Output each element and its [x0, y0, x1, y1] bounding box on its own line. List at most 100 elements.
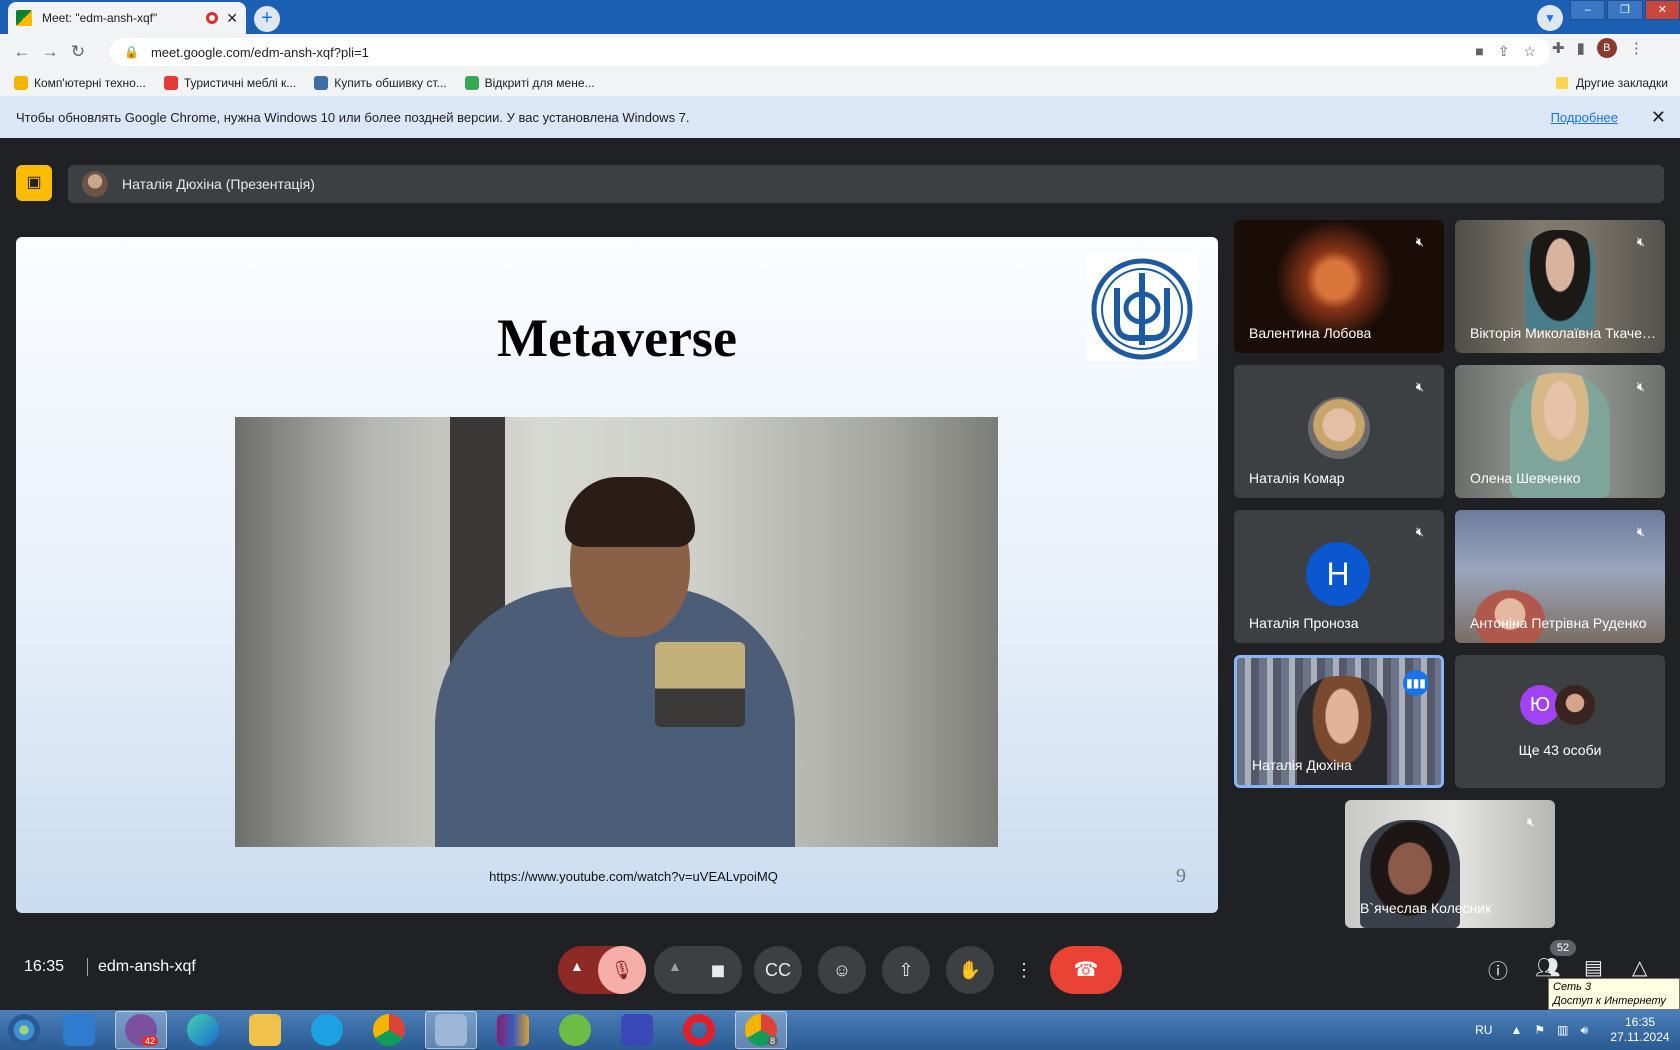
extensions-icon[interactable]: ✚: [1552, 39, 1565, 57]
lock-icon[interactable]: 🔒: [124, 45, 139, 59]
participant-video: [1525, 230, 1595, 330]
meet-favicon-icon: [16, 10, 32, 26]
action-center-icon[interactable]: ⚑: [1534, 1023, 1545, 1037]
meeting-code[interactable]: edm-ansh-xqf: [87, 958, 196, 976]
menu-icon[interactable]: ⋮: [1629, 39, 1644, 57]
participant-tile[interactable]: 🔇︎ Вікторія Миколаївна Ткаченко: [1455, 220, 1665, 353]
share-icon[interactable]: ⇪: [1498, 43, 1510, 60]
people-icon[interactable]: 👥︎: [1535, 955, 1560, 980]
slide-video[interactable]: [235, 417, 998, 847]
windows-logo-icon: [8, 1014, 40, 1046]
taskbar-app[interactable]: [425, 1011, 477, 1049]
participant-tile[interactable]: 🔇︎ Антоніна Петрівна Руденко: [1455, 510, 1665, 643]
leave-call-button[interactable]: ☎: [1050, 946, 1122, 994]
stop-presenting-icon[interactable]: ▣: [16, 165, 52, 201]
taskbar-chrome[interactable]: [363, 1011, 415, 1049]
address-bar[interactable]: 🔒 meet.google.com/edm-ansh-xqf?pli=1 ■ ⇪…: [110, 38, 1550, 66]
url-text[interactable]: meet.google.com/edm-ansh-xqf?pli=1: [151, 45, 369, 60]
toolbar-actions: ✚ ▮ B ⋮: [1552, 38, 1644, 58]
participant-tile[interactable]: 🔇︎ Олена Шевченко: [1455, 365, 1665, 498]
window-close-icon[interactable]: ✕: [1644, 0, 1680, 20]
taskbar-time: 16:35: [1624, 1015, 1656, 1029]
mic-off-icon: 🔇︎: [1415, 379, 1425, 394]
taskbar-winrar[interactable]: [487, 1011, 539, 1049]
tab-close-icon[interactable]: ✕: [226, 10, 238, 27]
forward-icon[interactable]: →: [36, 42, 64, 62]
captions-button[interactable]: CC: [754, 946, 802, 994]
floppy-icon: [621, 1014, 653, 1046]
start-button[interactable]: [0, 1010, 48, 1050]
tab-search-icon[interactable]: ▼: [1537, 5, 1563, 31]
camera-icon[interactable]: ■: [1475, 43, 1483, 60]
bookmark-item[interactable]: Комп'ютерні техно...: [14, 76, 146, 90]
bookmark-label: Купить обшивку ст...: [334, 76, 447, 90]
activities-icon[interactable]: △: [1632, 955, 1647, 980]
taskbar-clock[interactable]: 16:35 27.11.2024: [1600, 1015, 1680, 1045]
participant-name: Вікторія Миколаївна Ткаченко: [1470, 325, 1660, 341]
camera-button[interactable]: ◼: [694, 946, 742, 994]
folder-icon: [249, 1014, 281, 1046]
presenter-avatar: [82, 171, 108, 197]
taskbar-opera[interactable]: [673, 1011, 725, 1049]
folder-icon: [1556, 77, 1569, 89]
taskbar-edge[interactable]: [177, 1011, 229, 1049]
bookmark-favicon-icon: [14, 76, 28, 90]
chat-icon[interactable]: ▤: [1584, 955, 1603, 980]
mic-off-button[interactable]: 🎙︎: [598, 946, 646, 994]
bookmark-item[interactable]: Купить обшивку ст...: [314, 76, 447, 90]
speaking-indicator-icon: ▮▮▮: [1403, 670, 1429, 696]
taskbar-date: 27.11.2024: [1610, 1030, 1670, 1044]
participant-tile[interactable]: 🔇︎ Валентина Лобова: [1234, 220, 1444, 353]
mic-off-icon: 🔇︎: [1636, 234, 1646, 249]
bookmark-label: Відкриті для мене...: [484, 76, 595, 90]
more-options-button[interactable]: ⋮: [1010, 946, 1038, 994]
taskbar-viber[interactable]: 42: [115, 1011, 167, 1049]
infobar-close-icon[interactable]: ✕: [1651, 107, 1666, 128]
bookmark-favicon-icon: [464, 76, 479, 90]
infobar-learn-more-link[interactable]: Подробнее: [1551, 110, 1618, 125]
participant-tile-active-speaker[interactable]: ▮▮▮ Наталія Дюхіна: [1234, 655, 1444, 788]
maximize-icon[interactable]: ❐: [1607, 0, 1643, 20]
opera-icon: [683, 1014, 715, 1046]
bookmark-item[interactable]: Туристичні меблі к...: [163, 76, 296, 90]
volume-icon[interactable]: 🔊︎: [1580, 1023, 1588, 1038]
other-bookmarks[interactable]: Другие закладки: [1556, 76, 1668, 90]
more-participants-tile[interactable]: Ю Ще 43 особи: [1455, 655, 1665, 788]
participant-name: Антоніна Петрівна Руденко: [1470, 615, 1647, 631]
participant-tile[interactable]: 🔇︎ Наталія Комар: [1234, 365, 1444, 498]
participant-tile[interactable]: Н 🔇︎ Наталія Проноза: [1234, 510, 1444, 643]
profile-avatar[interactable]: B: [1596, 38, 1617, 58]
participant-tile[interactable]: 🔇︎ В`ячеслав Колесник: [1345, 800, 1555, 928]
taskbar-save[interactable]: [611, 1011, 663, 1049]
new-tab-button[interactable]: +: [254, 6, 280, 32]
reload-icon[interactable]: ↻: [64, 42, 92, 62]
participant-name: Валентина Лобова: [1249, 325, 1372, 341]
emoji-button[interactable]: ☺: [818, 946, 866, 994]
bookmark-item[interactable]: Відкриті для мене...: [464, 76, 595, 90]
infobar-text: Чтобы обновлять Google Chrome, нужна Win…: [16, 109, 690, 125]
browser-tab[interactable]: Meet: "edm-ansh-xqf" ✕: [8, 2, 246, 34]
utorrent-icon: [559, 1014, 591, 1046]
side-panel-icon[interactable]: ▮: [1577, 39, 1585, 57]
participant-count-badge: 52: [1550, 940, 1576, 956]
taskbar-explorer[interactable]: [239, 1011, 291, 1049]
present-screen-button[interactable]: ⇧: [882, 946, 930, 994]
back-icon[interactable]: ←: [8, 42, 36, 62]
more-people-label: Ще 43 особи: [1518, 742, 1602, 758]
taskbar-utorrent[interactable]: [549, 1011, 601, 1049]
taskbar-ie[interactable]: [301, 1011, 353, 1049]
taskbar-media-player[interactable]: [53, 1011, 105, 1049]
language-indicator[interactable]: RU: [1475, 1023, 1492, 1037]
mic-options-chevron-icon[interactable]: ▲: [570, 958, 584, 974]
bookmark-star-icon[interactable]: ☆: [1523, 43, 1536, 60]
mic-off-icon: 🔇︎: [1526, 814, 1536, 829]
tray-expand-icon[interactable]: ▲: [1510, 1023, 1522, 1037]
slide-page-number: 9: [1176, 865, 1186, 887]
raise-hand-button[interactable]: ✋: [946, 946, 994, 994]
minimize-icon[interactable]: –: [1570, 0, 1606, 20]
taskbar-chrome-active[interactable]: 8: [735, 1011, 787, 1049]
meeting-info-icon[interactable]: ⓘ: [1488, 955, 1508, 984]
bookmarks-bar: Комп'ютерні техно... Туристичні меблі к.…: [0, 70, 1680, 96]
network-icon[interactable]: ▥: [1557, 1023, 1568, 1037]
camera-options-chevron-icon[interactable]: ▲: [668, 958, 682, 974]
